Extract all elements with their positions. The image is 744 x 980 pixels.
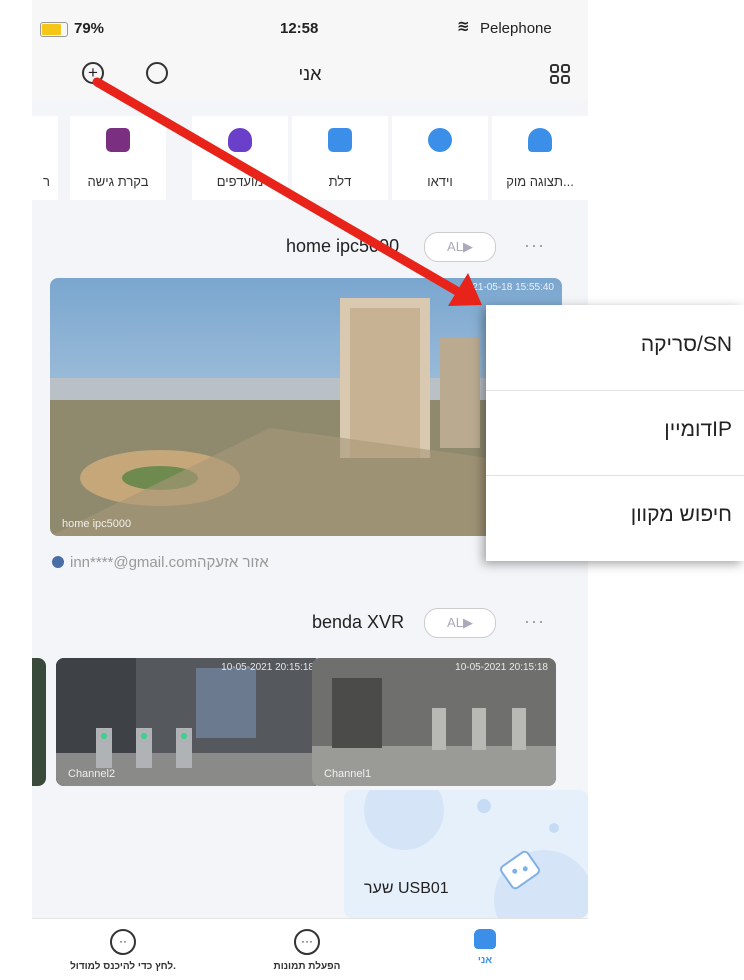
category-label: תצוגה מוק... bbox=[506, 174, 574, 189]
gate-label: שער USB01 bbox=[364, 880, 449, 897]
home-icon bbox=[474, 929, 496, 949]
video-icon bbox=[428, 128, 452, 152]
device-name: home ipc5000 bbox=[286, 236, 400, 256]
category-partial[interactable]: ר bbox=[32, 116, 58, 200]
nav-label: הפעלת תמונות bbox=[273, 961, 341, 972]
plus-circle-icon[interactable]: + bbox=[82, 62, 104, 84]
carrier: Pelephone bbox=[480, 20, 552, 37]
category-favorites[interactable]: מועדפים bbox=[192, 116, 288, 200]
menu-item-ip-domain[interactable]: דומייןIP bbox=[486, 390, 744, 476]
account-email: inn****@gmail.com bbox=[70, 554, 197, 571]
timestamp: 2021-05-18 15:55:40 bbox=[461, 282, 554, 293]
status-bar: 79% 12:58 Pelephone ≋ bbox=[32, 0, 588, 50]
camera-preview[interactable]: 10-05-2021 20:15:18 Channel2 bbox=[56, 658, 322, 786]
category-label: ר bbox=[43, 174, 50, 189]
device-name: benda XVR bbox=[312, 612, 405, 632]
channel-label: home ipc5000 bbox=[62, 518, 132, 530]
nav-item-images[interactable]: ··· הפעלת תמונות bbox=[222, 923, 392, 979]
lobby-snapshot bbox=[56, 658, 322, 786]
menu-item-label: חיפוש מקוון bbox=[630, 503, 732, 526]
search-icon[interactable] bbox=[146, 62, 168, 84]
heart-icon bbox=[228, 128, 252, 152]
alarm-toggle[interactable]: AL▶ bbox=[424, 608, 496, 638]
nav-item-module[interactable]: ·· לחץ כדי להיכנס למודול. bbox=[38, 923, 208, 979]
camera-preview[interactable] bbox=[32, 658, 46, 786]
channel-label: Channel1 bbox=[324, 768, 372, 780]
camera-preview[interactable]: 10-05-2021 20:15:18 Channel1 bbox=[312, 658, 556, 786]
more-icon[interactable]: ··· bbox=[524, 235, 545, 256]
timestamp: 10-05-2021 20:15:18 bbox=[221, 662, 314, 673]
shield-icon bbox=[52, 556, 64, 568]
category-label: דלת bbox=[328, 174, 352, 189]
wifi-icon: ≋ bbox=[457, 18, 470, 35]
page-title: אני bbox=[298, 64, 322, 84]
category-live-view[interactable]: תצוגה מוק... bbox=[492, 116, 588, 200]
grid-icon[interactable] bbox=[550, 64, 570, 84]
menu-item-online-search[interactable]: חיפוש מקוון bbox=[486, 475, 744, 560]
access-control-icon bbox=[106, 128, 130, 152]
category-label: מועדפים bbox=[216, 174, 264, 189]
gate-card[interactable]: שער USB01 bbox=[344, 790, 588, 918]
menu-item-label: דומייןIP bbox=[664, 418, 732, 441]
camera-icon bbox=[528, 128, 552, 152]
nav-label: לחץ כדי להיכנס למודול. bbox=[70, 961, 176, 972]
nav-item-me[interactable]: אני bbox=[400, 923, 570, 979]
category-label: וידאו bbox=[427, 174, 453, 189]
bottom-nav: אני ··· הפעלת תמונות ·· לחץ כדי להיכנס ל… bbox=[32, 918, 588, 980]
category-access-control[interactable]: בקרת גישה bbox=[70, 116, 166, 200]
category-door[interactable]: דלת bbox=[292, 116, 388, 200]
nav-label: אני bbox=[477, 955, 493, 966]
menu-item-label: סריקה/SN bbox=[640, 333, 732, 356]
timestamp: 10-05-2021 20:15:18 bbox=[455, 662, 548, 673]
gate-illustration bbox=[364, 790, 588, 918]
app-header: אני bbox=[32, 50, 588, 100]
clock: 12:58 bbox=[280, 20, 319, 37]
category-row: תצוגה מוק... וידאו דלת מועדפים בקרת גישה… bbox=[32, 108, 588, 208]
alarm-toggle[interactable]: AL▶ bbox=[424, 232, 496, 262]
add-device-menu: סריקה/SN דומייןIP חיפוש מקוון bbox=[486, 305, 744, 561]
more-icon[interactable]: ··· bbox=[524, 611, 545, 632]
door-icon bbox=[328, 128, 352, 152]
alarm-zone: אזור אזעקה bbox=[196, 554, 269, 571]
battery-icon bbox=[40, 22, 68, 37]
category-video[interactable]: וידאו bbox=[392, 116, 488, 200]
channel-label: Channel2 bbox=[68, 768, 116, 780]
menu-item-sn-scan[interactable]: סריקה/SN bbox=[486, 305, 744, 391]
lobby-snapshot-bw bbox=[312, 658, 556, 786]
chat-icon: ··· bbox=[294, 929, 320, 955]
category-label: בקרת גישה bbox=[87, 174, 149, 189]
smile-icon: ·· bbox=[110, 929, 136, 955]
battery-percent: 79% bbox=[74, 20, 105, 37]
account-row: inn****@gmail.comאזור אזעקה bbox=[52, 554, 269, 571]
